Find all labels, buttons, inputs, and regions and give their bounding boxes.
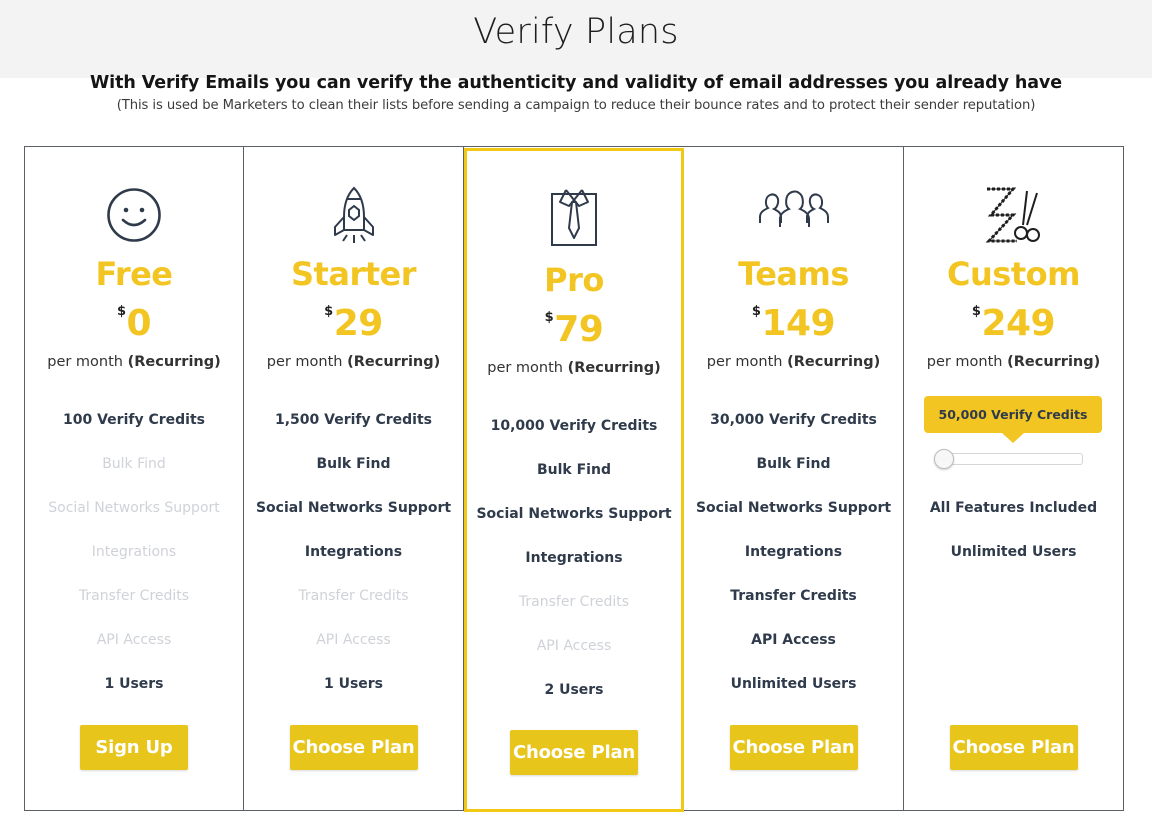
plan-period: per month (Recurring) [467,360,681,376]
currency-symbol: $ [751,304,761,319]
sign-up-button[interactable]: Sign Up [80,725,188,770]
team-icon [758,190,829,227]
feature-transfer-credits: Transfer Credits [730,588,857,604]
choose-plan-button-pro[interactable]: Choose Plan [510,730,638,775]
feature-bulk-find: Bulk Find [102,456,166,472]
period-note: (Recurring) [347,354,441,370]
feature-integrations: Integrations [304,544,403,560]
shirt-tie-icon [551,189,597,246]
period-label: per month [266,354,343,370]
feature-api-access: API Access [751,632,836,648]
choose-plan-button-starter[interactable]: Choose Plan [289,725,418,770]
period-label: per month [926,354,1003,370]
plan-name: Custom [947,255,1080,293]
plan-card-custom: Custom $249 per month (Recurring) 50,000… [904,147,1123,810]
plan-card-free: Free $0 per month (Recurring) 100 Verify… [25,147,244,810]
plan-period: per month (Recurring) [904,354,1123,370]
feature-verify-credits: 30,000 Verify Credits [710,412,877,428]
feature-users: 2 Users [544,682,604,698]
feature-all-included: All Features Included [929,500,1098,516]
feature-transfer-credits: Transfer Credits [518,594,630,610]
feature-social-networks: Social Networks Support [476,506,672,522]
choose-plan-button-teams[interactable]: Choose Plan [729,725,858,770]
feature-api-access: API Access [316,632,391,648]
feature-users: 1 Users [323,676,384,692]
feature-transfer-credits: Transfer Credits [298,588,409,604]
credits-slider-handle[interactable] [934,449,954,469]
feature-verify-credits: 10,000 Verify Credits [490,418,658,434]
feature-bulk-find: Bulk Find [537,462,611,478]
feature-integrations: Integrations [91,544,177,560]
page-subtitle: With Verify Emails you can verify the au… [89,73,1063,93]
plan-period: per month (Recurring) [684,354,903,370]
feature-bulk-find: Bulk Find [316,456,391,472]
plan-price: $79 [467,309,681,350]
choose-plan-button-custom[interactable]: Choose Plan [949,725,1078,770]
feature-integrations: Integrations [525,550,623,566]
feature-users: Unlimited Users [730,676,857,692]
period-label: per month [487,360,563,376]
plan-price: $0 [25,303,243,344]
price-value: 29 [333,303,384,344]
period-label: per month [706,354,783,370]
plan-price: $149 [684,303,903,344]
price-value: 149 [761,303,836,344]
feature-api-access: API Access [536,638,612,654]
feature-transfer-credits: Transfer Credits [78,588,190,604]
currency-symbol: $ [324,304,333,319]
plan-period: per month (Recurring) [244,354,463,370]
plan-name: Starter [291,255,417,293]
plan-card-teams: Teams $149 per month (Recurring) 30,000 … [684,147,904,810]
period-note: (Recurring) [1007,354,1101,370]
feature-social-networks: Social Networks Support [48,500,220,516]
currency-symbol: $ [971,304,981,319]
credits-tooltip: 50,000 Verify Credits [924,396,1102,443]
currency-symbol: $ [544,310,554,325]
feature-api-access: API Access [96,632,172,648]
period-note: (Recurring) [127,354,221,370]
plan-name: Teams [738,255,849,293]
plan-period: per month (Recurring) [25,354,243,370]
smiley-icon [107,188,161,242]
page-title: Verify Plans [473,12,679,52]
feature-social-networks: Social Networks Support [695,500,892,516]
period-label: per month [47,354,123,370]
price-value: 0 [126,303,152,344]
feature-verify-credits: 100 Verify Credits [63,412,205,428]
period-note: (Recurring) [567,360,661,376]
price-value: 79 [554,309,604,350]
plans-table: Free $0 per month (Recurring) 100 Verify… [24,146,1124,812]
period-note: (Recurring) [787,354,881,370]
feature-social-networks: Social Networks Support [255,500,452,516]
currency-symbol: $ [116,304,126,319]
plan-name: Pro [544,261,604,299]
credits-slider-track[interactable] [935,453,1083,465]
page-note: (This is used be Marketers to clean thei… [116,98,1036,113]
feature-bulk-find: Bulk Find [756,456,831,472]
plan-price: $249 [904,303,1123,344]
feature-integrations: Integrations [744,544,843,560]
plan-price: $29 [244,303,463,344]
feature-users: 1 Users [104,676,164,692]
plan-card-pro: Pro $79 per month (Recurring) 10,000 Ver… [464,148,684,812]
tailor-scissors-icon [985,187,1040,243]
feature-verify-credits: 1,500 Verify Credits [274,412,433,428]
feature-users: Unlimited Users [950,544,1077,560]
price-value: 249 [981,303,1056,344]
rocket-icon [333,186,374,243]
plan-name: Free [95,255,174,293]
plan-card-starter: Starter $29 per month (Recurring) 1,500 … [244,147,464,810]
